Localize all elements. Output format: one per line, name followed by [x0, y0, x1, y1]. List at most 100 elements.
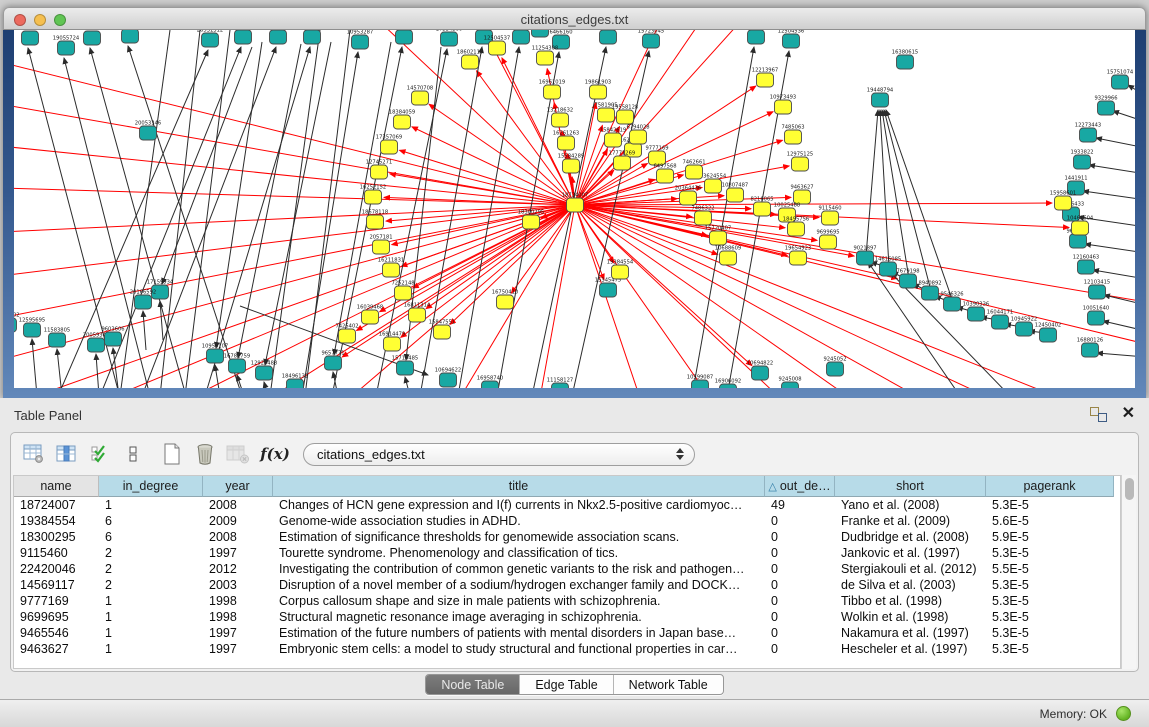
cell-in_degree[interactable]: 1 [99, 609, 203, 625]
graph-node[interactable] [1082, 343, 1099, 357]
citation-edge[interactable] [14, 146, 575, 205]
graph-node[interactable] [1055, 196, 1072, 210]
column-header-short[interactable]: short [835, 476, 986, 497]
graph-node[interactable] [752, 366, 769, 380]
graph-node[interactable] [558, 136, 575, 150]
graph-node[interactable] [600, 283, 617, 297]
citation-edge[interactable] [264, 382, 268, 388]
tab-edge-table[interactable]: Edge Table [519, 675, 612, 694]
tab-node-table[interactable]: Node Table [426, 675, 519, 694]
cell-year[interactable]: 1998 [203, 593, 273, 609]
cell-short[interactable]: Wolkin et al. (1998) [835, 609, 986, 625]
cell-year[interactable]: 2008 [203, 497, 273, 513]
cell-short[interactable]: Franke et al. (2009) [835, 513, 986, 529]
graph-node[interactable] [782, 382, 799, 388]
graph-node[interactable] [362, 310, 379, 324]
graph-node[interactable] [754, 202, 771, 216]
graph-node[interactable] [643, 34, 660, 48]
cell-in_degree[interactable]: 2 [99, 577, 203, 593]
cell-title[interactable]: Estimation of significance thresholds fo… [273, 529, 765, 545]
cell-out_degree[interactable]: 0 [765, 593, 835, 609]
cell-pagerank[interactable]: 5.6E-5 [986, 513, 1114, 529]
cell-short[interactable]: Stergiakouli et al. (2012) [835, 561, 986, 577]
new-table-icon[interactable] [157, 439, 187, 469]
graph-node[interactable] [365, 190, 382, 204]
cell-out_degree[interactable]: 0 [765, 513, 835, 529]
graph-node[interactable] [339, 329, 356, 343]
cell-short[interactable]: Nakamura et al. (1997) [835, 625, 986, 641]
cell-pagerank[interactable]: 5.5E-5 [986, 561, 1114, 577]
graph-node[interactable] [544, 85, 561, 99]
graph-node[interactable] [371, 165, 388, 179]
cell-title[interactable]: Embryonic stem cells: a model to study s… [273, 641, 765, 657]
column-header-in_degree[interactable]: in_degree [99, 476, 203, 497]
graph-node[interactable] [207, 349, 224, 363]
graph-node[interactable] [202, 33, 219, 47]
graph-node[interactable] [598, 108, 615, 122]
table-row[interactable]: 1872400712008Changes of HCN gene express… [14, 497, 1120, 513]
table-row[interactable]: 946554611997Estimation of the future num… [14, 625, 1120, 641]
cell-year[interactable]: 1997 [203, 545, 273, 561]
cell-out_degree[interactable]: 0 [765, 561, 835, 577]
column-header-title[interactable]: title [273, 476, 765, 497]
table-row[interactable]: 1830029562008Estimation of significance … [14, 529, 1120, 545]
cell-name[interactable]: 9115460 [14, 545, 99, 561]
cell-year[interactable]: 1997 [203, 641, 273, 657]
close-panel-icon[interactable]: ✕ [1122, 403, 1135, 423]
cell-pagerank[interactable]: 5.3E-5 [986, 625, 1114, 641]
cell-in_degree[interactable]: 6 [99, 529, 203, 545]
cell-pagerank[interactable]: 5.3E-5 [986, 609, 1114, 625]
citation-edge[interactable] [237, 375, 244, 388]
cell-pagerank[interactable]: 5.3E-5 [986, 641, 1114, 657]
graph-node[interactable] [304, 30, 321, 44]
graph-node[interactable] [680, 191, 697, 205]
cell-title[interactable]: Investigating the contribution of common… [273, 561, 765, 577]
memory-ok-indicator[interactable] [1116, 706, 1131, 721]
graph-node[interactable] [88, 338, 105, 352]
graph-node[interactable] [705, 179, 722, 193]
graph-node[interactable] [657, 169, 674, 183]
graph-node[interactable] [373, 240, 390, 254]
graph-node[interactable] [922, 286, 939, 300]
graph-node[interactable] [630, 130, 647, 144]
cell-out_degree[interactable]: 0 [765, 609, 835, 625]
graph-node[interactable] [24, 323, 41, 337]
graph-node[interactable] [325, 356, 342, 370]
citation-edge[interactable] [58, 50, 208, 388]
graph-node[interactable] [396, 30, 413, 44]
citation-edge[interactable] [1113, 111, 1135, 122]
graph-node[interactable] [135, 295, 152, 309]
graph-node[interactable] [1078, 260, 1095, 274]
cell-name[interactable]: 9777169 [14, 593, 99, 609]
cell-pagerank[interactable]: 5.3E-5 [986, 593, 1114, 609]
graph-node[interactable] [775, 100, 792, 114]
cell-title[interactable]: Structural magnetic resonance image aver… [273, 609, 765, 625]
graph-node[interactable] [489, 41, 506, 55]
cell-out_degree[interactable]: 0 [765, 641, 835, 657]
graph-node[interactable] [523, 215, 540, 229]
graph-node[interactable] [757, 73, 774, 87]
table-scrollbar[interactable] [1121, 475, 1136, 669]
table-row[interactable]: 2242004622012Investigating the contribut… [14, 561, 1120, 577]
cell-out_degree[interactable]: 0 [765, 625, 835, 641]
table-row[interactable]: 1456911722003Disruption of a novel membe… [14, 577, 1120, 593]
citation-edge[interactable] [1089, 165, 1135, 174]
graph-node[interactable] [695, 211, 712, 225]
citation-edge[interactable] [32, 339, 37, 388]
graph-node[interactable] [256, 366, 273, 380]
cell-in_degree[interactable]: 1 [99, 593, 203, 609]
graph-node[interactable] [827, 362, 844, 376]
graph-node[interactable] [897, 55, 914, 69]
cell-out_degree[interactable]: 49 [765, 497, 835, 513]
cell-short[interactable]: Dudbridge et al. (2008) [835, 529, 986, 545]
cell-pagerank[interactable]: 5.3E-5 [986, 577, 1114, 593]
network-canvas[interactable]: 9357951190557242069140616872044205313121… [14, 30, 1135, 388]
scrollbar-thumb[interactable] [1125, 478, 1134, 500]
cell-year[interactable]: 2008 [203, 529, 273, 545]
citation-edge[interactable] [1128, 85, 1135, 96]
cell-name[interactable]: 22420046 [14, 561, 99, 577]
graph-node[interactable] [605, 133, 622, 147]
citation-edge[interactable] [1093, 270, 1135, 279]
table-row[interactable]: 1938455462009Genome-wide association stu… [14, 513, 1120, 529]
graph-node[interactable] [497, 295, 514, 309]
